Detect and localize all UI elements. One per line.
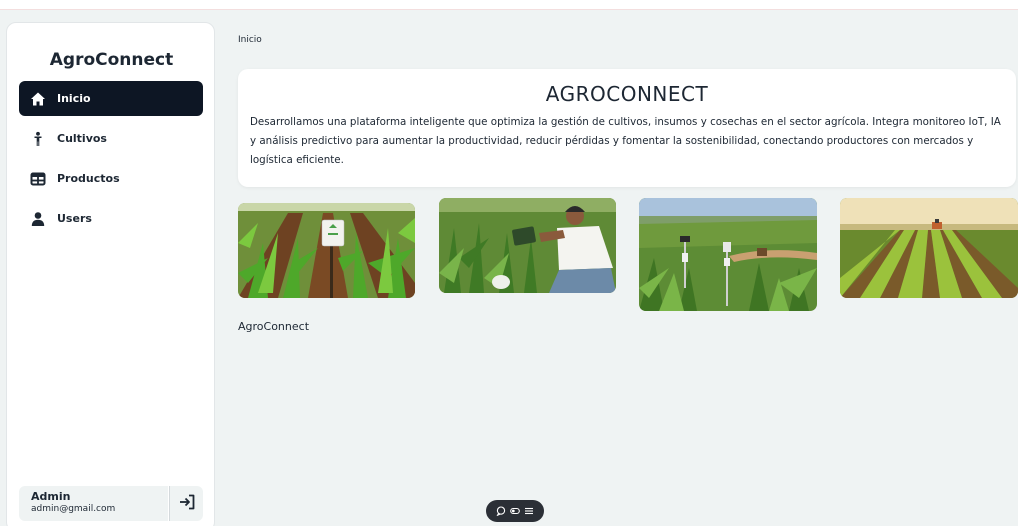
user-icon [30, 211, 46, 227]
sidebar: AgroConnect Inicio Cultivos Productos Us… [6, 22, 215, 526]
user-email: admin@gmail.com [31, 504, 116, 514]
logout-icon [178, 494, 196, 514]
sidebar-item-cultivos[interactable]: Cultivos [19, 121, 203, 156]
sidebar-item-label: Productos [57, 172, 120, 185]
sidebar-item-label: Inicio [57, 92, 91, 105]
photo-corn-sensor [238, 203, 415, 298]
hero-card: AGROCONNECT Desarrollamos una plataforma… [238, 69, 1016, 187]
hero-description: Desarrollamos una plataforma inteligente… [250, 116, 1001, 166]
comment-icon[interactable] [496, 506, 506, 516]
photo-crop-rows [840, 198, 1018, 298]
photo-iot-sensors [639, 198, 817, 311]
toggle-icon[interactable] [510, 506, 520, 516]
breadcrumb: Inicio [238, 35, 262, 45]
brand-title: AgroConnect [49, 50, 174, 70]
table-icon [30, 171, 46, 187]
sidebar-item-inicio[interactable]: Inicio [19, 81, 203, 116]
user-profile: Admin admin@gmail.com [19, 486, 168, 521]
home-icon [30, 91, 46, 107]
user-name: Admin [31, 490, 71, 503]
sidebar-nav: Inicio Cultivos Productos Users [19, 81, 203, 241]
sidebar-item-productos[interactable]: Productos [19, 161, 203, 196]
floating-toolbar[interactable] [486, 500, 544, 522]
person-icon [30, 131, 46, 147]
logout-button[interactable] [169, 486, 203, 521]
sidebar-item-label: Users [57, 212, 92, 225]
sidebar-item-label: Cultivos [57, 132, 107, 145]
hero-title: AGROCONNECT [545, 82, 709, 106]
sidebar-item-users[interactable]: Users [19, 201, 203, 236]
top-strip [0, 0, 1018, 10]
photo-farmer-tablet [439, 198, 616, 293]
footer-label: AgroConnect [238, 320, 310, 333]
menu-icon[interactable] [524, 506, 534, 516]
